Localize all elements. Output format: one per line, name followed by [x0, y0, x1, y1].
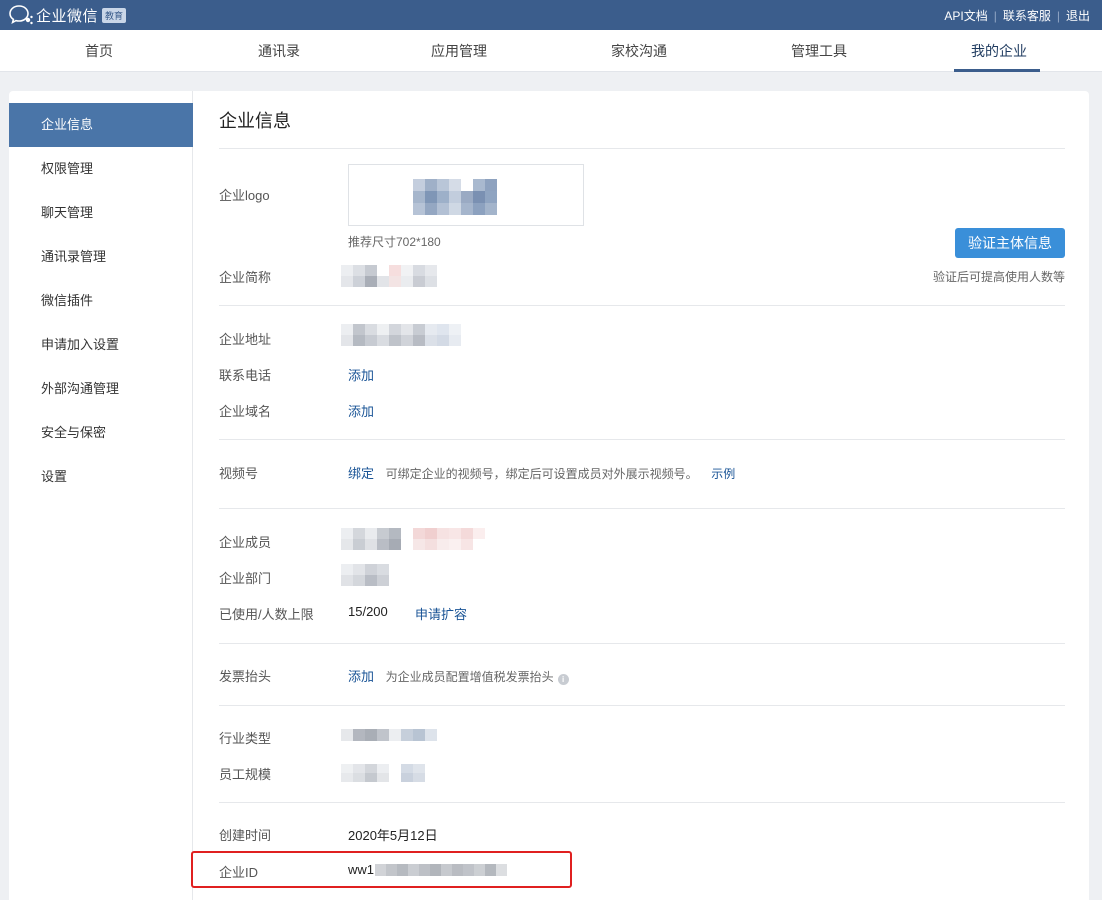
sidebar-item-settings[interactable]: 设置	[9, 455, 193, 499]
top-links: API文档 | 联系客服 | 退出	[944, 7, 1090, 24]
redacted-logo	[413, 179, 521, 215]
divider	[219, 148, 1065, 149]
usage-label: 已使用/人数上限	[219, 607, 314, 622]
divider	[219, 643, 1065, 644]
redacted-departments	[341, 564, 401, 586]
sidebar-item-security[interactable]: 安全与保密	[9, 411, 193, 455]
redacted-industry	[341, 729, 449, 741]
invoice-label: 发票抬头	[219, 669, 272, 684]
nav-app-management[interactable]: 应用管理	[414, 30, 504, 72]
main-card: 企业信息 权限管理 聊天管理 通讯录管理 微信插件 申请加入设置 外部沟通管理 …	[9, 91, 1089, 900]
page-title: 企业信息	[219, 111, 291, 131]
logo-label: 企业logo	[219, 188, 270, 203]
redacted-staff-size	[341, 764, 437, 782]
divider	[219, 508, 1065, 509]
main-nav: 首页 通讯录 应用管理 家校沟通 管理工具 我的企业	[0, 30, 1102, 72]
contact-support-link[interactable]: 联系客服	[1003, 7, 1051, 24]
domain-label: 企业域名	[219, 404, 272, 419]
industry-label: 行业类型	[219, 731, 272, 746]
members-label: 企业成员	[219, 535, 272, 550]
usage-value: 15/200	[348, 604, 388, 619]
logout-link[interactable]: 退出	[1066, 7, 1090, 24]
bind-video-channel-link[interactable]: 绑定	[348, 466, 374, 481]
sidebar-item-contacts[interactable]: 通讯录管理	[9, 235, 193, 279]
verify-note: 验证后可提高使用人数等	[932, 270, 1065, 284]
edition-badge: 教育	[102, 7, 127, 23]
nav-my-enterprise[interactable]: 我的企业	[954, 30, 1044, 72]
invoice-row: 添加 为企业成员配置增值税发票抬头 i	[348, 666, 569, 685]
nav-management-tools[interactable]: 管理工具	[774, 30, 864, 72]
content-area: 企业信息 企业logo 推荐尺寸702*180 验证主体信息 验证后可提高使用人…	[219, 91, 1065, 900]
sidebar-item-external-communication[interactable]: 外部沟通管理	[9, 367, 193, 411]
sidebar-item-wechat-plugin[interactable]: 微信插件	[9, 279, 193, 323]
redacted-members	[341, 528, 509, 550]
add-domain-link[interactable]: 添加	[348, 401, 374, 420]
logo-box[interactable]	[348, 164, 584, 226]
sidebar-item-join-settings[interactable]: 申请加入设置	[9, 323, 193, 367]
short-name-label: 企业简称	[219, 270, 272, 285]
divider	[219, 305, 1065, 306]
add-phone-link[interactable]: 添加	[348, 365, 374, 384]
corp-id-highlight	[191, 851, 572, 888]
sidebar-item-permissions[interactable]: 权限管理	[9, 147, 193, 191]
separator: |	[1056, 8, 1060, 23]
staff-size-label: 员工规模	[219, 767, 272, 782]
invoice-description: 为企业成员配置增值税发票抬头	[385, 670, 554, 684]
add-invoice-link[interactable]: 添加	[348, 669, 374, 684]
verify-entity-button[interactable]: 验证主体信息	[955, 228, 1065, 258]
departments-label: 企业部门	[219, 571, 272, 586]
divider	[219, 802, 1065, 803]
sidebar-item-enterprise-info[interactable]: 企业信息	[9, 103, 193, 147]
divider	[219, 705, 1065, 706]
api-docs-link[interactable]: API文档	[944, 7, 987, 24]
address-label: 企业地址	[219, 332, 272, 347]
video-channel-example-link[interactable]: 示例	[711, 467, 735, 481]
nav-contacts[interactable]: 通讯录	[234, 30, 324, 72]
separator: |	[993, 8, 997, 23]
divider	[219, 439, 1065, 440]
brand[interactable]: 企业微信 教育	[8, 4, 127, 26]
redacted-short-name	[341, 265, 449, 287]
sidebar: 企业信息 权限管理 聊天管理 通讯录管理 微信插件 申请加入设置 外部沟通管理 …	[9, 91, 193, 900]
created-time-value: 2020年5月12日	[348, 828, 438, 843]
wecom-logo-icon	[9, 5, 33, 25]
video-channel-label: 视频号	[219, 466, 259, 481]
request-expansion-link[interactable]: 申请扩容	[415, 604, 467, 623]
video-channel-row: 绑定 可绑定企业的视频号，绑定后可设置成员对外展示视频号。 示例	[348, 463, 735, 482]
created-time-label: 创建时间	[219, 828, 272, 843]
info-icon[interactable]: i	[557, 674, 569, 685]
brand-name: 企业微信	[36, 7, 99, 25]
top-bar: 企业微信 教育 API文档 | 联系客服 | 退出	[0, 0, 1102, 30]
nav-home-school[interactable]: 家校沟通	[594, 30, 684, 72]
video-channel-description: 可绑定企业的视频号，绑定后可设置成员对外展示视频号。	[385, 467, 698, 481]
redacted-address	[341, 324, 473, 346]
logo-size-hint: 推荐尺寸702*180	[348, 235, 441, 249]
sidebar-item-chat[interactable]: 聊天管理	[9, 191, 193, 235]
phone-label: 联系电话	[219, 368, 272, 383]
nav-home[interactable]: 首页	[54, 30, 144, 72]
